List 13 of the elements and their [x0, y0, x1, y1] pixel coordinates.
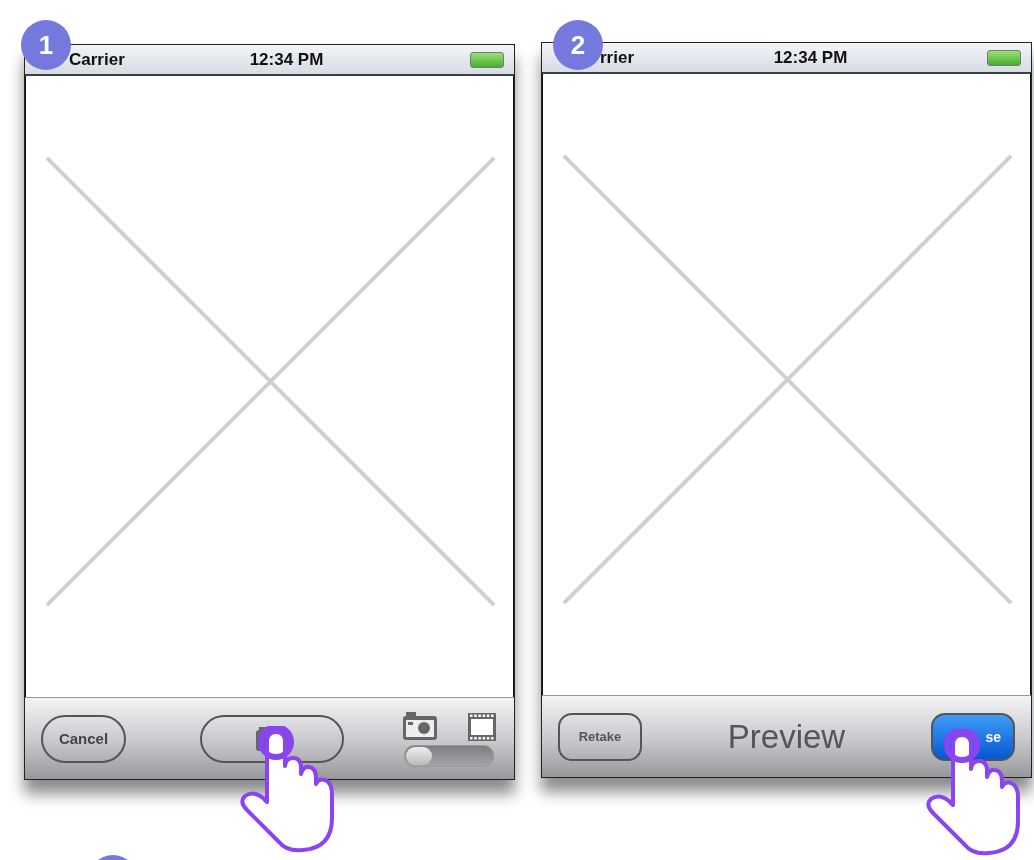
- retake-button[interactable]: Retake: [558, 712, 642, 761]
- switch-thumb[interactable]: [406, 746, 432, 765]
- camera-icon: [402, 710, 438, 741]
- film-icon: [468, 712, 496, 741]
- clock-time: 12:34 PM: [249, 49, 324, 70]
- toolbar-title: Preview: [726, 717, 847, 756]
- clock-time: 12:34 PM: [773, 47, 848, 68]
- mode-switch[interactable]: [404, 744, 494, 767]
- carrier-label: rrier: [600, 47, 636, 68]
- cancel-button[interactable]: Cancel: [41, 714, 126, 763]
- battery-icon: [987, 49, 1021, 66]
- carrier-label: Carrier: [69, 49, 126, 70]
- battery-icon: [470, 51, 504, 68]
